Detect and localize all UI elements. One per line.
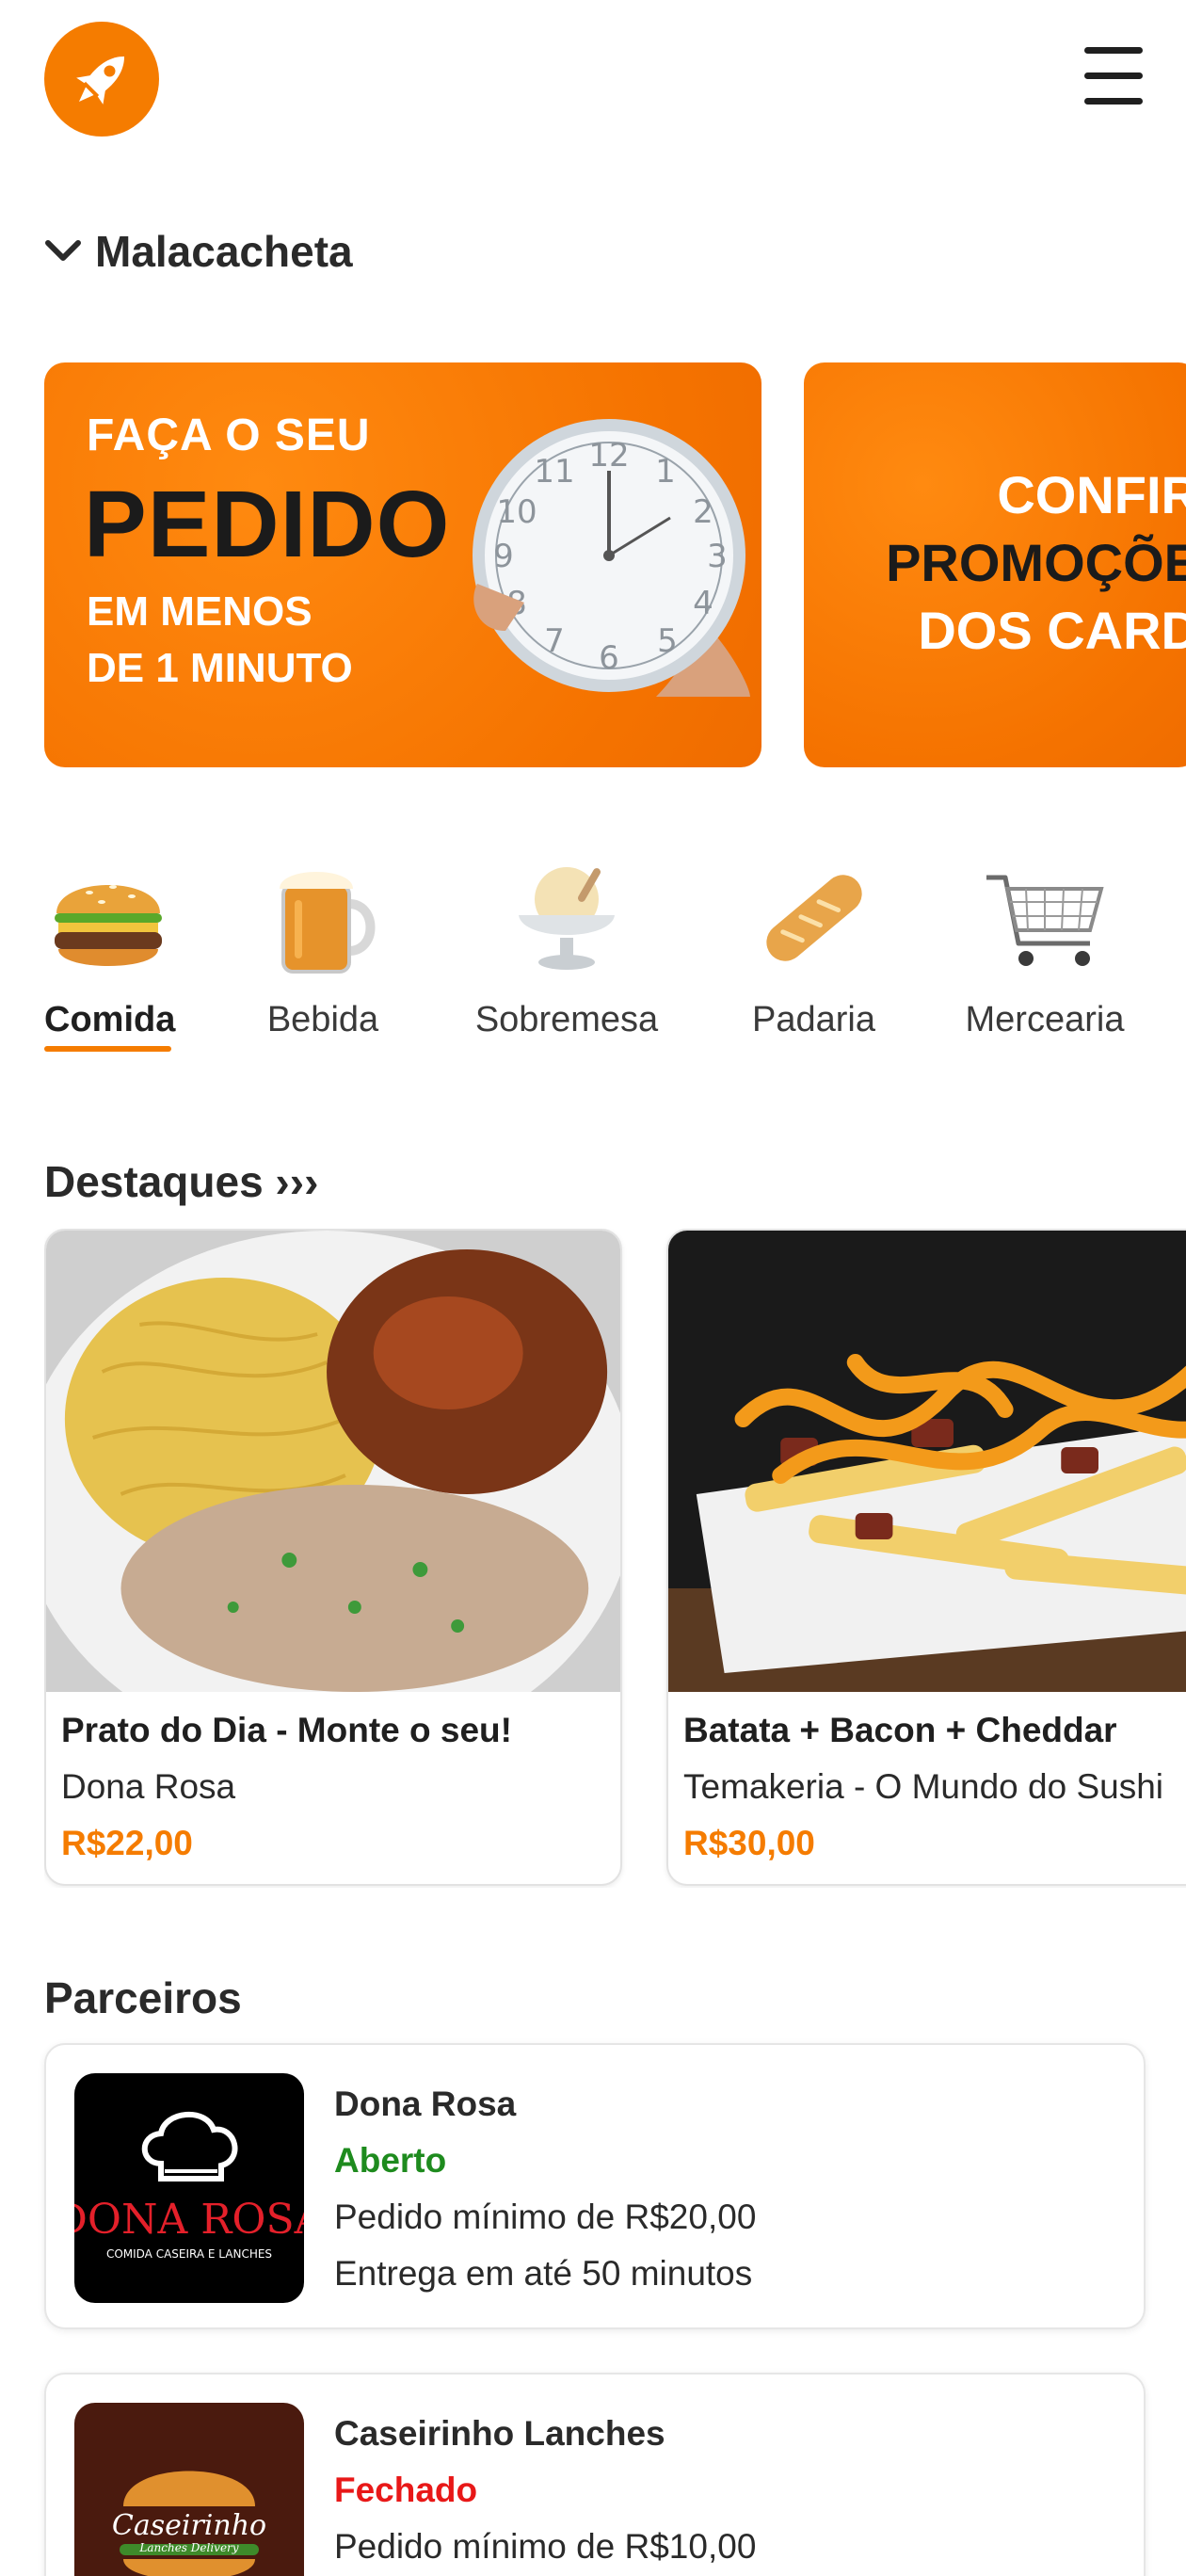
partner-logo: DONA ROSA COMIDA CASEIRA E LANCHES [74,2073,304,2303]
partner-name: Dona Rosa [334,2085,517,2123]
partner-eta: Entrega em até 50 minutos [334,2254,753,2293]
svg-text:11: 11 [534,453,574,491]
highlights-carousel[interactable]: Prato do Dia - Monte o seu! Dona Rosa R$… [44,1229,1186,1888]
svg-text:COMIDA CASEIRA E LANCHES: COMIDA CASEIRA E LANCHES [106,2247,272,2261]
svg-text:12: 12 [588,437,629,475]
svg-text:1: 1 [655,453,676,491]
partner-name: Caseirinho Lanches [334,2414,665,2453]
banner-text-line: FAÇA O SEU [87,411,371,460]
product-name: Batata + Bacon + Cheddar [683,1711,1117,1749]
burger-logo-icon: Caseirinho Lanches Delivery [112,2471,266,2576]
banner-headline: PEDIDO [84,472,451,577]
category-sobremesa[interactable]: Sobremesa [473,857,661,1040]
partner-status: Fechado [334,2471,478,2509]
clock-icon: 12 1 2 3 4 5 6 7 8 9 10 11 [473,419,750,697]
page: Malacacheta FAÇA O SEU PEDIDO EM MENOS D… [0,0,1186,2576]
banner-text-line: CONFIR [997,465,1186,524]
category-comida[interactable]: Comida [44,857,176,1052]
product-store: Dona Rosa [61,1767,236,1806]
category-label: Mercearia [965,1000,1125,1039]
product-image [46,1231,620,1692]
partner-status: Aberto [334,2141,447,2180]
svg-text:3: 3 [707,538,728,575]
active-category-indicator [44,1046,171,1052]
bread-icon [765,875,862,961]
category-label: Bebida [266,1000,379,1039]
hamburger-menu-icon[interactable] [1084,47,1143,107]
svg-text:Lanches Delivery: Lanches Delivery [138,2541,238,2554]
location-city: Malacacheta [95,227,353,276]
burger-icon [54,885,162,966]
category-bebida[interactable]: Bebida [266,857,379,1040]
svg-text:10: 10 [496,493,537,531]
category-label: Sobremesa [474,1000,659,1039]
svg-text:7: 7 [544,622,565,660]
category-mercearia[interactable]: Mercearia [960,857,1130,1040]
svg-text:2: 2 [693,493,713,531]
product-name: Prato do Dia - Monte o seu! [61,1711,512,1749]
product-store: Temakeria - O Mundo do Sushi [683,1767,1164,1806]
partners-title: Parceiros [44,1973,242,2022]
banner-text-line: DE 1 MINUTO [87,645,353,691]
product-card[interactable]: Prato do Dia - Monte o seu! Dona Rosa R$… [44,1229,622,1886]
highlights-title[interactable]: Destaques ››› [44,1156,318,1207]
partner-card-dona-rosa[interactable]: DONA ROSA COMIDA CASEIRA E LANCHES Dona … [44,2043,1146,2329]
banner-carousel[interactable]: FAÇA O SEU PEDIDO EM MENOS DE 1 MINUTO 1… [44,362,1186,767]
partner-card-caseirinho[interactable]: Caseirinho Lanches Delivery Caseirinho L… [44,2373,1146,2576]
shopping-cart-icon [986,875,1104,966]
chef-hat-icon: DONA ROSA COMIDA CASEIRA E LANCHES [74,2112,304,2261]
category-padaria[interactable]: Padaria [745,857,882,1040]
product-price: R$22,00 [61,1824,193,1862]
chevron-down-icon [45,240,81,261]
ice-cream-icon [519,867,615,970]
svg-text:6: 6 [599,639,619,677]
svg-text:Caseirinho: Caseirinho [112,2509,266,2542]
partner-min-order: Pedido mínimo de R$20,00 [334,2198,757,2236]
banner-text-line: DOS CARD [918,601,1186,660]
app-logo[interactable] [44,22,159,137]
svg-text:5: 5 [657,622,678,660]
partner-logo: Caseirinho Lanches Delivery [74,2403,304,2576]
banner-headline: PROMOÇÕE [886,533,1186,592]
location-selector[interactable]: Malacacheta [44,218,353,284]
category-label: Padaria [752,1000,875,1039]
category-label: Comida [44,1000,176,1039]
category-list: Comida Bebida Sobremesa Padaria Merceari… [0,857,1186,1073]
banner-card-promos[interactable]: CONFIR PROMOÇÕE DOS CARD [804,362,1186,767]
svg-text:9: 9 [493,538,514,575]
banner-order-fast[interactable]: FAÇA O SEU PEDIDO EM MENOS DE 1 MINUTO 1… [44,362,761,767]
rocket-icon [76,56,125,105]
svg-text:4: 4 [693,585,713,622]
partner-min-order: Pedido mínimo de R$10,00 [334,2527,757,2566]
svg-text:DONA ROSA: DONA ROSA [74,2196,304,2244]
beer-mug-icon [280,872,376,974]
banner-text-line: EM MENOS [87,588,313,635]
product-price: R$30,00 [683,1824,815,1862]
product-card[interactable]: Batata + Bacon + Cheddar Temakeria - O M… [666,1229,1186,1886]
product-image [668,1231,1186,1692]
